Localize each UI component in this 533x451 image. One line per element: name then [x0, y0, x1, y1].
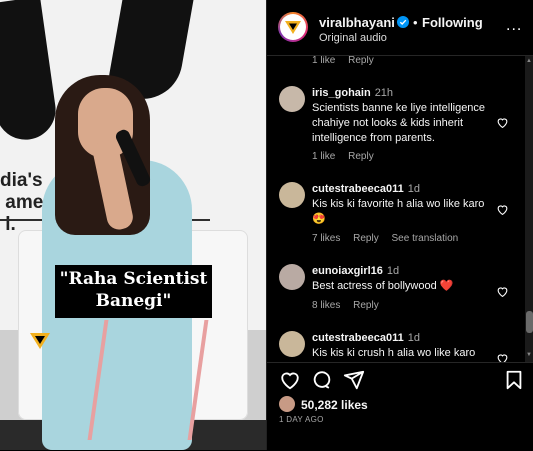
- likes-count[interactable]: 50,282 likes: [301, 398, 368, 412]
- save-bookmark-icon[interactable]: [503, 369, 525, 391]
- commenter-username[interactable]: cutestrabeeca011: [312, 332, 404, 344]
- comment-body: eunoiaxgirl16 1d Best actress of bollywoo…: [312, 264, 494, 294]
- commenter-avatar[interactable]: [279, 86, 305, 112]
- like-comment-heart-icon[interactable]: [496, 116, 509, 129]
- post-video[interactable]: dia's amer ns l. "Raha Scientist Banegi": [0, 0, 266, 450]
- like-heart-icon[interactable]: [279, 369, 301, 391]
- scroll-down-arrow-icon[interactable]: ▼: [526, 352, 532, 358]
- comment-likes[interactable]: 7 likes: [312, 233, 340, 244]
- liker-avatar[interactable]: [279, 396, 295, 412]
- more-options-button[interactable]: ...: [506, 17, 522, 35]
- like-comment-heart-icon[interactable]: [496, 352, 509, 362]
- username-link[interactable]: viralbhayani: [319, 15, 395, 30]
- comment-likes[interactable]: 1 like: [312, 151, 335, 162]
- side-table: [87, 320, 209, 440]
- post-header: viralbhayani • Following Original audio …: [267, 0, 533, 56]
- comment-reply-button[interactable]: Reply: [353, 233, 379, 244]
- comment-meta: 7 likes Reply See translation: [312, 233, 468, 244]
- comment-body: cutestrabeeca011 1d Kis kis ki favorite h…: [312, 182, 494, 227]
- scrollbar-thumb[interactable]: [526, 311, 533, 333]
- avatar-inner: [280, 14, 306, 40]
- comment-time: 1d: [386, 265, 400, 277]
- following-button[interactable]: Following: [422, 15, 483, 30]
- separator-dot: •: [413, 15, 418, 30]
- share-send-icon[interactable]: [343, 369, 365, 391]
- commenter-avatar[interactable]: [279, 264, 305, 290]
- comment-meta: 8 likes Reply: [312, 300, 389, 311]
- caption-line: "Raha Scientist: [59, 269, 208, 289]
- comment-time: 1d: [407, 332, 420, 344]
- viral-logo-icon: [285, 21, 301, 34]
- commenter-avatar[interactable]: [279, 182, 305, 208]
- comment-text: Kis kis ki crush h alia wo like karo: [312, 347, 476, 359]
- comments-list: 1 like Reply iris_gohain 21h Scientists b…: [267, 56, 525, 362]
- comment-likes[interactable]: 8 likes: [312, 300, 340, 311]
- comment-text: Best actress of bollywood ❤️: [312, 280, 454, 292]
- watermark-logo-icon: [30, 333, 50, 349]
- instagram-post-window: dia's amer ns l. "Raha Scientist Banegi": [0, 0, 533, 450]
- verified-badge-icon: [397, 16, 409, 28]
- video-caption: "Raha Scientist Banegi": [55, 265, 212, 318]
- comment-meta: 1 like Reply: [312, 151, 384, 162]
- comment-reply-button[interactable]: Reply: [348, 151, 374, 162]
- comment-text: Kis kis ki favorite h alia wo like karo …: [312, 198, 485, 225]
- commenter-username[interactable]: iris_gohain: [312, 87, 371, 99]
- scroll-up-arrow-icon[interactable]: ▲: [526, 58, 532, 64]
- comment-likes[interactable]: 1 like: [312, 56, 335, 66]
- comment-time: 1d: [407, 183, 420, 195]
- commenter-avatar[interactable]: [279, 331, 305, 357]
- comment-meta: 1 like Reply: [312, 56, 384, 66]
- comments-scrollbar[interactable]: ▲ ▼: [525, 56, 533, 362]
- like-comment-heart-icon[interactable]: [496, 203, 509, 216]
- caption-line: Banegi": [95, 291, 172, 311]
- post-timestamp: 1 DAY AGO: [279, 415, 324, 424]
- comment-text: Scientists banne ke liye intelligence ch…: [312, 102, 486, 144]
- commenter-username[interactable]: eunoiaxgirl16: [312, 265, 383, 277]
- like-comment-heart-icon[interactable]: [496, 285, 509, 298]
- comment-time: 21h: [374, 87, 394, 99]
- post-side-panel: viralbhayani • Following Original audio …: [266, 0, 533, 450]
- commenter-username[interactable]: cutestrabeeca011: [312, 183, 404, 195]
- post-actions-bar: 50,282 likes 1 DAY AGO: [267, 362, 533, 451]
- comment-reply-button[interactable]: Reply: [348, 56, 374, 66]
- comment-reply-button[interactable]: Reply: [353, 300, 379, 311]
- profile-avatar[interactable]: [278, 12, 308, 42]
- see-translation-link[interactable]: See translation: [392, 233, 459, 244]
- original-audio-link[interactable]: Original audio: [319, 32, 387, 44]
- comment-body: iris_gohain 21h Scientists banne ke liye …: [312, 86, 494, 146]
- comment-bubble-icon[interactable]: [311, 369, 333, 391]
- comment-body: cutestrabeeca011 1d Kis kis ki crush h al…: [312, 331, 494, 361]
